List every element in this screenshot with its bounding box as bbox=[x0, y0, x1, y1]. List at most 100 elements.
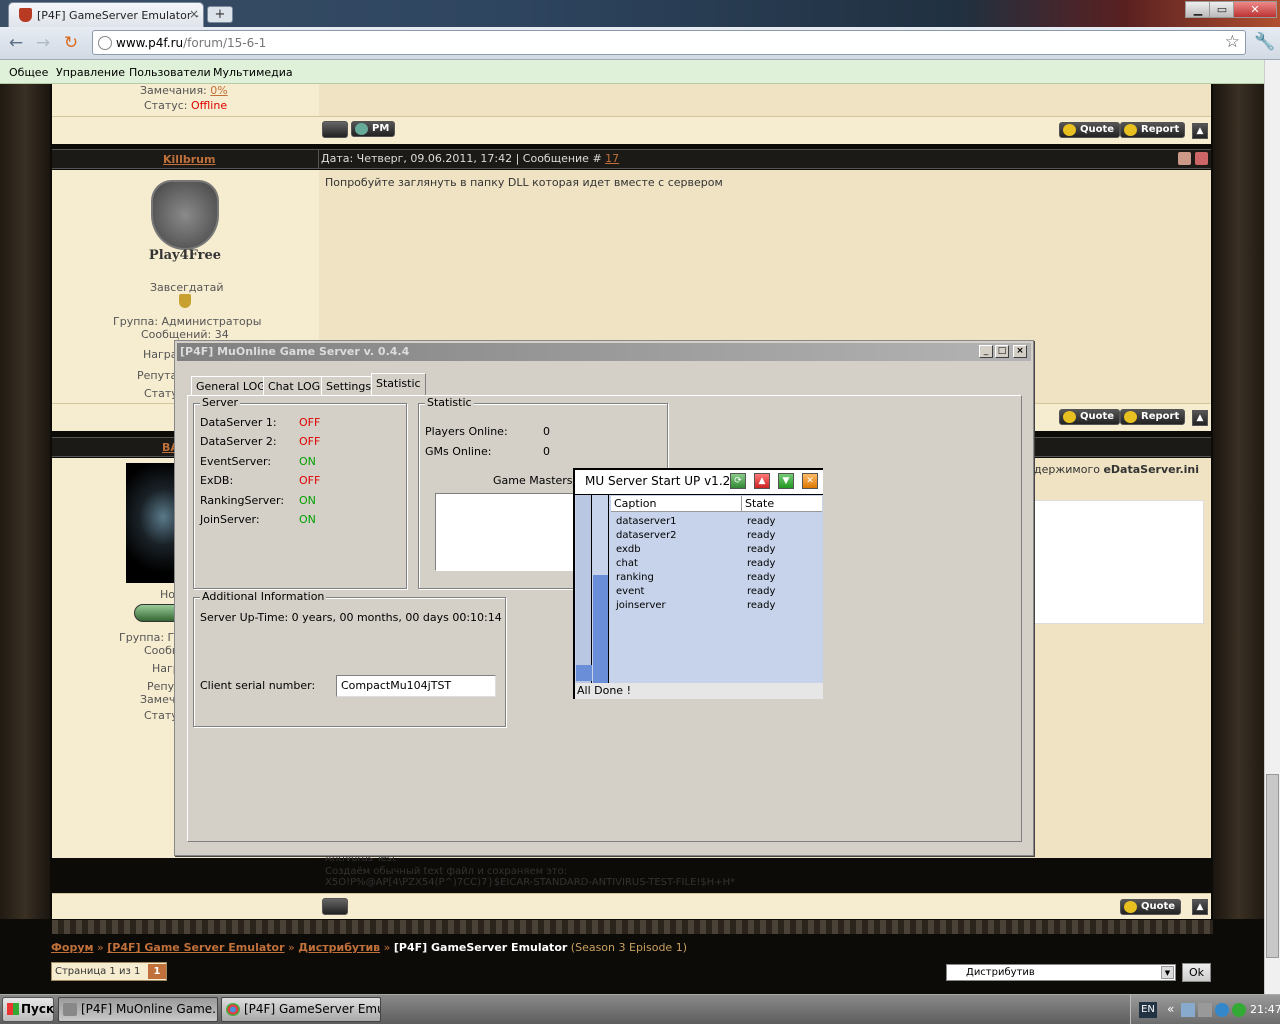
mu-process-list[interactable]: Caption State dataserver1 ready dataserv… bbox=[611, 496, 822, 683]
server-state: OFF bbox=[299, 474, 321, 487]
thumbs-down-icon[interactable] bbox=[1195, 152, 1208, 165]
scroll-top-button[interactable]: ▲ bbox=[1192, 123, 1208, 139]
bookmarks-bar: Общее Управление Пользователи Мультимеди… bbox=[0, 60, 1280, 84]
reload-icon[interactable]: ↻ bbox=[60, 33, 82, 55]
taskbar: Пуск [P4F] MuOnline Game... [P4F] GameSe… bbox=[0, 994, 1280, 1024]
thumbs-up-icon[interactable] bbox=[1178, 152, 1191, 165]
clock: 21:47 bbox=[1250, 1003, 1280, 1016]
new-tab-button[interactable]: + bbox=[207, 6, 233, 23]
post-18-status: Стату bbox=[144, 709, 178, 722]
remarks-label: Замечания: bbox=[140, 84, 207, 97]
serial-input[interactable]: CompactMu104jTST bbox=[336, 675, 496, 697]
close-window-button[interactable]: ✕ bbox=[1233, 1, 1277, 18]
bookmark-management[interactable]: Управление bbox=[56, 66, 125, 79]
post-17-author[interactable]: Killbrum bbox=[163, 153, 215, 166]
language-indicator[interactable]: EN bbox=[1139, 1002, 1157, 1018]
crumb-category[interactable]: Дистрибутив bbox=[298, 941, 380, 954]
forum-divider bbox=[52, 920, 1213, 934]
bookmark-general[interactable]: Общее bbox=[9, 66, 48, 79]
remarks-link[interactable]: 0% bbox=[210, 84, 227, 97]
browser-tab[interactable]: [P4F] GameServer Emulator - × bbox=[8, 2, 204, 27]
list-item: dataserver2 bbox=[616, 530, 677, 541]
taskbar-item-game-server[interactable]: [P4F] MuOnline Game... bbox=[58, 997, 218, 1022]
quote-button[interactable]: Quote bbox=[1120, 899, 1182, 915]
players-online-label: Players Online: bbox=[425, 425, 508, 438]
avatar-logo-text: Play4Free bbox=[148, 248, 222, 263]
quote-icon bbox=[1124, 901, 1137, 913]
profile-button[interactable] bbox=[322, 121, 348, 138]
server-state: ON bbox=[299, 455, 316, 468]
post-17-text: Попробуйте заглянуть в папку DLL которая… bbox=[325, 176, 723, 189]
bookmark-multimedia[interactable]: Мультимедиа bbox=[213, 66, 293, 79]
url-host: www.p4f.ru bbox=[116, 36, 184, 50]
app-tray-icon[interactable] bbox=[1198, 1003, 1212, 1017]
server-name: RankingServer: bbox=[200, 494, 285, 507]
crumb-forum[interactable]: Форум bbox=[51, 941, 94, 954]
app-minimize-button[interactable]: _ bbox=[979, 345, 993, 358]
arrow-up-icon[interactable]: ▲ bbox=[754, 473, 770, 489]
address-bar[interactable]: www.p4f.ru/forum/15-6-1 ☆ bbox=[92, 30, 1246, 55]
maximize-button[interactable]: ▭ bbox=[1209, 1, 1235, 18]
tab-statistic[interactable]: Statistic bbox=[371, 373, 426, 396]
start-button[interactable]: Пуск bbox=[2, 997, 54, 1022]
mu-status-bar: All Done ! bbox=[575, 683, 823, 699]
site-favicon-icon bbox=[19, 8, 32, 22]
forum-jump-select[interactable]: Дистрибутив ▼ bbox=[946, 964, 1176, 981]
refresh-icon[interactable]: ⟳ bbox=[730, 473, 746, 489]
tray-expand-icon[interactable]: « bbox=[1167, 1002, 1174, 1016]
tab-general-log[interactable]: General LOG bbox=[191, 376, 271, 395]
close-icon[interactable]: ✕ bbox=[802, 473, 818, 489]
user-rank: Завсегдатай bbox=[150, 281, 224, 294]
report-button[interactable]: Report bbox=[1120, 122, 1186, 138]
minimize-button[interactable]: ▁ bbox=[1185, 1, 1211, 18]
column-caption[interactable]: Caption bbox=[614, 497, 656, 510]
arrow-down-icon[interactable]: ▼ bbox=[778, 473, 794, 489]
forward-arrow-icon[interactable]: → bbox=[32, 33, 54, 55]
taskbar-item-browser[interactable]: [P4F] GameServer Emula... bbox=[221, 997, 381, 1022]
network-icon[interactable] bbox=[1181, 1003, 1195, 1017]
globe-icon bbox=[98, 36, 112, 50]
back-arrow-icon[interactable]: ← bbox=[5, 33, 27, 55]
quote-button[interactable]: Quote bbox=[1059, 409, 1121, 425]
game-masters-list[interactable] bbox=[435, 493, 575, 571]
list-item: joinserver bbox=[616, 600, 666, 611]
bookmark-users[interactable]: Пользователи bbox=[129, 66, 211, 79]
prev-post-footer bbox=[52, 116, 1211, 144]
bookmark-star-icon[interactable]: ☆ bbox=[1225, 32, 1240, 52]
quote-button[interactable]: Quote bbox=[1059, 122, 1121, 138]
jump-ok-button[interactable]: Ok bbox=[1182, 963, 1211, 982]
mu-startup-window: MU Server Start UP v1.2.8 ⟳ ▲ ▼ ✕ Captio… bbox=[573, 468, 823, 699]
wrench-icon[interactable]: 🔧 bbox=[1254, 32, 1275, 52]
scrollbar-thumb[interactable] bbox=[1266, 774, 1279, 958]
post-17-number[interactable]: 17 bbox=[605, 152, 619, 165]
security-icon[interactable] bbox=[1232, 1003, 1246, 1017]
column-state[interactable]: State bbox=[745, 497, 774, 510]
page-scrollbar[interactable] bbox=[1264, 60, 1280, 994]
report-button[interactable]: Report bbox=[1120, 409, 1186, 425]
pm-button[interactable]: PM bbox=[351, 121, 396, 137]
tab-chat-log[interactable]: Chat LOG bbox=[263, 376, 326, 395]
gms-online-value: 0 bbox=[543, 445, 550, 458]
tab-settings[interactable]: Settings bbox=[321, 376, 377, 395]
app-maximize-button[interactable]: □ bbox=[995, 345, 1009, 358]
tab-title: [P4F] GameServer Emulator - bbox=[37, 9, 199, 22]
statistic-group-label: Statistic bbox=[425, 396, 474, 409]
scroll-top-button[interactable]: ▲ bbox=[1192, 410, 1208, 426]
warning-icon bbox=[1124, 124, 1137, 136]
chevron-down-icon: ▼ bbox=[1161, 966, 1174, 979]
post-18-reputation: Репу bbox=[147, 680, 175, 693]
app-close-button[interactable]: × bbox=[1013, 345, 1027, 358]
scroll-top-button[interactable]: ▲ bbox=[1192, 899, 1208, 915]
crumb-section[interactable]: [P4F] Game Server Emulator bbox=[107, 941, 284, 954]
pm-icon bbox=[355, 123, 368, 135]
update-icon[interactable] bbox=[1215, 1003, 1229, 1017]
server-name: JoinServer: bbox=[200, 513, 260, 526]
pager-current[interactable]: 1 bbox=[148, 964, 166, 979]
post-18-text-2: eDataServer.ini bbox=[1103, 463, 1199, 476]
profile-button[interactable] bbox=[322, 898, 348, 915]
server-uptime: Server Up-Time: 0 years, 00 months, 00 d… bbox=[200, 611, 502, 624]
code-block bbox=[1034, 500, 1204, 624]
list-item: chat bbox=[616, 558, 638, 569]
server-state: ON bbox=[299, 494, 316, 507]
tab-close-icon[interactable]: × bbox=[189, 7, 199, 21]
